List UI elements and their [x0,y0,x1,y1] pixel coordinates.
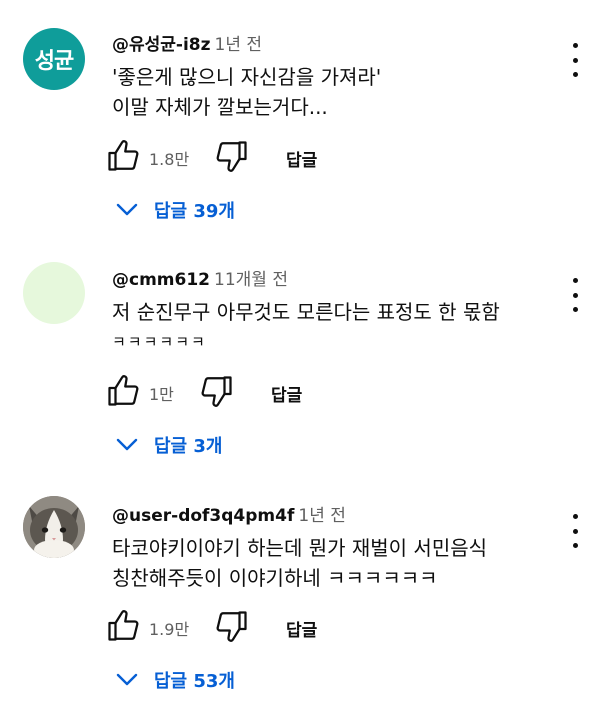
comment-header: @cmm612 11개월 전 [112,265,288,290]
comment-line: '좋은게 많으니 자신감을 가져라' [112,65,382,89]
comment-text: 타코야키이야기 하는데 뭔가 재벌이 서민음식 칭찬해주듯이 이야기하네 ㅋㅋㅋ… [112,533,487,593]
comment-line: 이말 자체가 깔보는거다... [112,95,328,119]
reply-button[interactable]: 답글 [271,381,302,406]
comment-line: ㅋㅋㅋㅋㅋㅋ [112,333,207,351]
more-vertical-icon[interactable] [565,514,585,548]
dislike-button[interactable] [214,608,250,644]
more-vertical-icon[interactable] [565,43,585,77]
dislike-button[interactable] [214,138,250,174]
comment-time[interactable]: 11개월 전 [214,270,288,290]
thumb-down-outline-icon [216,141,247,172]
replies-count-label: 답글 3개 [154,436,223,457]
more-vertical-icon[interactable] [565,278,585,312]
comment-header: @user-dof3q4pm4f 1년 전 [112,501,346,526]
thumb-up-outline-icon [108,610,139,641]
avatar-initials: 성균 [34,49,74,74]
like-count: 1.8만 [149,150,190,169]
dislike-button[interactable] [199,373,235,409]
avatar[interactable]: 성균 [23,28,85,90]
thumb-up-outline-icon [108,375,139,406]
avatar[interactable] [23,496,85,558]
comment-text: 저 순진무구 아무것도 모른다는 표정도 한 몫함 ㅋㅋㅋㅋㅋㅋ [112,297,500,357]
replies-count-label: 답글 39개 [154,201,235,222]
thumb-up-outline-icon [108,140,139,171]
like-count: 1만 [149,385,174,404]
view-replies-button[interactable]: 답글 39개 [116,195,235,225]
comment-actions: 1만 답글 [105,373,405,413]
replies-count-label: 답글 53개 [154,671,235,692]
comment-line: 저 순진무구 아무것도 모른다는 표정도 한 몫함 [112,300,500,324]
chevron-down-icon [116,203,138,216]
author-name[interactable]: @cmm612 [112,270,210,290]
avatar[interactable] [23,262,85,324]
chevron-down-icon [116,438,138,451]
comment-line: 타코야키이야기 하는데 뭔가 재벌이 서민음식 [112,536,488,560]
author-name[interactable]: @유성균-i8z [112,35,211,55]
thumb-down-outline-icon [201,376,232,407]
author-name[interactable]: @user-dof3q4pm4f [112,506,294,526]
comment-actions: 1.8만 답글 [105,138,405,178]
comment-text: '좋은게 많으니 자신감을 가져라' 이말 자체가 깔보는거다... [112,62,381,122]
comment-time[interactable]: 1년 전 [215,35,263,55]
like-button[interactable] [105,373,141,409]
reply-button[interactable]: 답글 [286,146,317,171]
cat-photo-image [23,496,85,558]
like-count: 1.9만 [149,620,190,639]
chevron-down-icon [116,673,138,686]
like-button[interactable] [105,138,141,174]
like-button[interactable] [105,608,141,644]
view-replies-button[interactable]: 답글 3개 [116,430,222,460]
reply-button[interactable]: 답글 [286,616,317,641]
comment-actions: 1.9만 답글 [105,608,405,648]
comment-time[interactable]: 1년 전 [298,506,346,526]
comment-header: @유성균-i8z 1년 전 [112,30,262,55]
thumb-down-outline-icon [216,611,247,642]
comment-line: 칭찬해주듯이 이야기하네 ㅋㅋㅋㅋㅋㅋ [112,566,438,590]
view-replies-button[interactable]: 답글 53개 [116,665,235,695]
